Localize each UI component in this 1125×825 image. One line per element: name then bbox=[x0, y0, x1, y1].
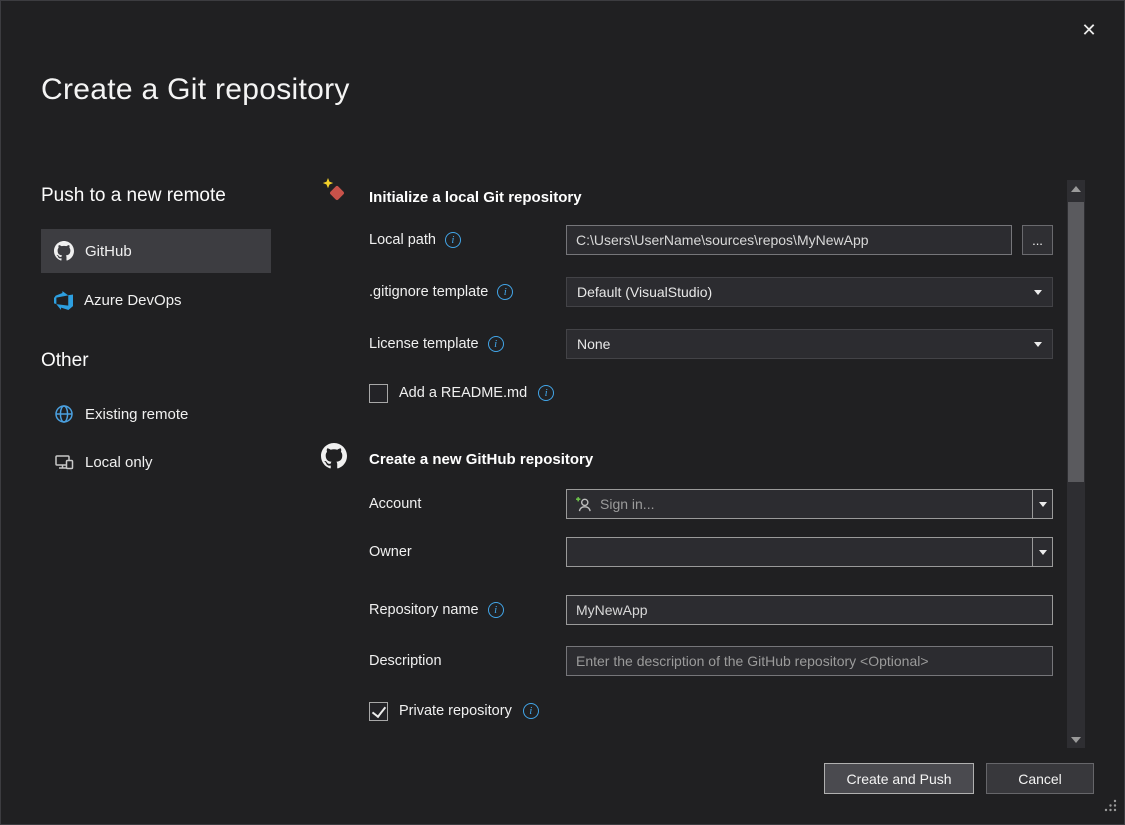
info-icon[interactable]: i bbox=[488, 602, 504, 618]
chevron-down-icon bbox=[1039, 550, 1047, 555]
description-input[interactable] bbox=[566, 646, 1053, 676]
gitignore-value: Default (VisualStudio) bbox=[577, 284, 712, 300]
account-combo[interactable]: Sign in... bbox=[566, 489, 1053, 519]
owner-dropdown-button[interactable] bbox=[1032, 538, 1052, 566]
chevron-down-icon bbox=[1034, 342, 1042, 347]
private-repo-row: Private repository i bbox=[369, 700, 539, 722]
init-repo-icon bbox=[321, 177, 348, 209]
scrollbar[interactable] bbox=[1067, 180, 1085, 748]
resize-grip[interactable] bbox=[1104, 799, 1117, 817]
info-icon[interactable]: i bbox=[445, 232, 461, 248]
globe-icon bbox=[54, 404, 74, 424]
sidebar-item-existing-remote[interactable]: Existing remote bbox=[41, 395, 271, 433]
sidebar-item-github[interactable]: GitHub bbox=[41, 229, 271, 273]
github-section-heading: Create a new GitHub repository bbox=[369, 447, 593, 471]
sidebar-item-label: GitHub bbox=[85, 243, 132, 260]
close-icon[interactable]: ✕ bbox=[1074, 15, 1104, 45]
sidebar-item-label: Existing remote bbox=[85, 406, 188, 423]
readme-checkbox[interactable] bbox=[369, 384, 388, 403]
license-value: None bbox=[577, 336, 610, 352]
readme-label: Add a README.md bbox=[399, 385, 527, 401]
init-section-heading: Initialize a local Git repository bbox=[369, 185, 582, 209]
browse-button[interactable]: ... bbox=[1022, 225, 1053, 255]
azure-devops-icon bbox=[54, 291, 73, 310]
scroll-down-icon[interactable] bbox=[1067, 731, 1085, 748]
account-value: Sign in... bbox=[600, 496, 654, 512]
sign-in-person-icon bbox=[575, 496, 592, 513]
github-icon bbox=[54, 241, 74, 261]
computer-icon bbox=[54, 452, 74, 472]
sidebar-item-label: Azure DevOps bbox=[84, 292, 182, 309]
license-label: License template i bbox=[369, 329, 504, 359]
gitignore-dropdown[interactable]: Default (VisualStudio) bbox=[566, 277, 1053, 307]
info-icon[interactable]: i bbox=[523, 703, 539, 719]
info-icon[interactable]: i bbox=[538, 385, 554, 401]
chevron-down-icon bbox=[1034, 290, 1042, 295]
sidebar-item-azure-devops[interactable]: Azure DevOps bbox=[41, 279, 271, 321]
owner-label: Owner bbox=[369, 537, 412, 567]
github-section-icon bbox=[321, 443, 347, 474]
cancel-button[interactable]: Cancel bbox=[986, 763, 1094, 794]
create-and-push-button[interactable]: Create and Push bbox=[824, 763, 974, 794]
info-icon[interactable]: i bbox=[497, 284, 513, 300]
scroll-up-icon[interactable] bbox=[1067, 180, 1085, 197]
license-dropdown[interactable]: None bbox=[566, 329, 1053, 359]
local-path-label: Local path i bbox=[369, 225, 461, 255]
owner-combo[interactable] bbox=[566, 537, 1053, 567]
local-path-input[interactable] bbox=[566, 225, 1012, 255]
dialog-title: Create a Git repository bbox=[41, 73, 350, 107]
gitignore-label: .gitignore template i bbox=[369, 277, 513, 307]
repository-name-input[interactable] bbox=[566, 595, 1053, 625]
account-dropdown-button[interactable] bbox=[1032, 490, 1052, 518]
account-combo-main: Sign in... bbox=[567, 490, 1032, 518]
push-remote-heading: Push to a new remote bbox=[41, 185, 226, 207]
description-label: Description bbox=[369, 646, 442, 676]
private-repository-label: Private repository bbox=[399, 703, 512, 719]
chevron-down-icon bbox=[1039, 502, 1047, 507]
info-icon[interactable]: i bbox=[488, 336, 504, 352]
readme-row: Add a README.md i bbox=[369, 382, 554, 404]
sidebar-item-local-only[interactable]: Local only bbox=[41, 443, 271, 481]
repository-name-label: Repository name i bbox=[369, 595, 504, 625]
other-heading: Other bbox=[41, 350, 89, 372]
create-git-repository-dialog: ✕ Create a Git repository Push to a new … bbox=[0, 0, 1125, 825]
sidebar-item-label: Local only bbox=[85, 454, 153, 471]
account-label: Account bbox=[369, 489, 421, 519]
private-repository-checkbox[interactable] bbox=[369, 702, 388, 721]
owner-combo-main bbox=[567, 538, 1032, 566]
scrollbar-thumb[interactable] bbox=[1068, 202, 1084, 482]
